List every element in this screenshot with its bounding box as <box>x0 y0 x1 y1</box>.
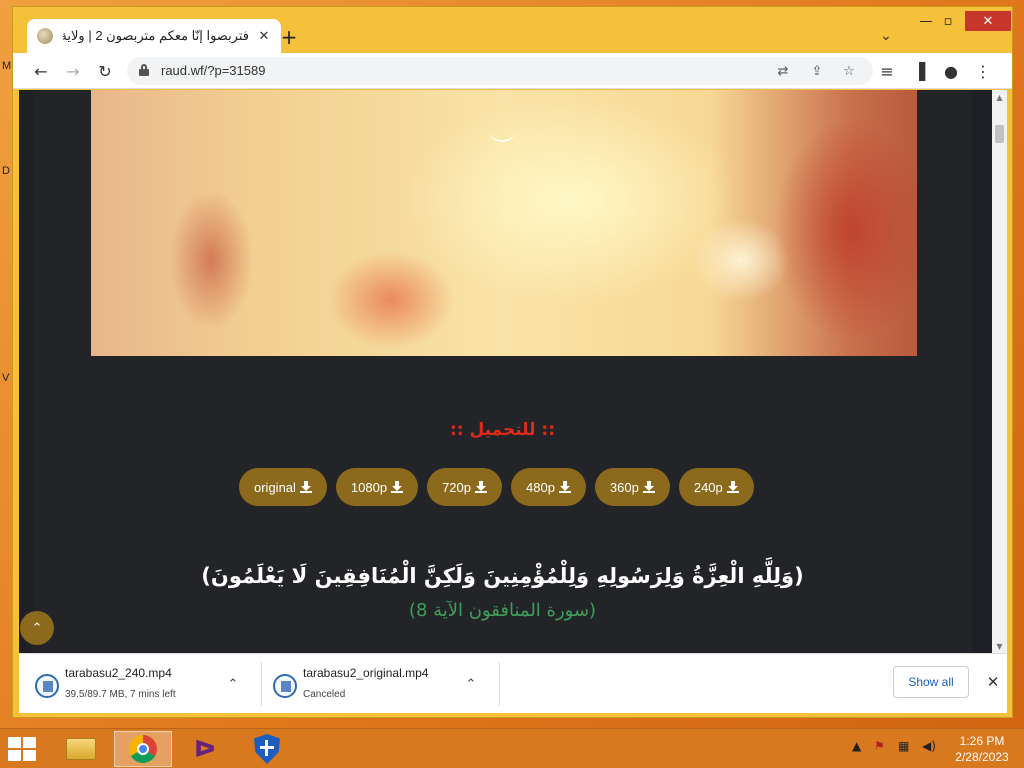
translate-icon[interactable]: ⇄ <box>773 61 793 81</box>
download-shelf: tarabasu2_240.mp4 39.5/89.7 MB, 7 mins l… <box>19 653 1007 713</box>
video-player[interactable] <box>91 90 917 356</box>
shelf-divider <box>261 662 262 706</box>
quran-verse: (وَلِلَّهِ الْعِزَّةُ وَلِرَسُولِهِ وَلِ… <box>201 564 804 588</box>
download-file-name: tarabasu2_original.mp4 <box>303 666 429 680</box>
browser-window: فتربصوا إنّا معكم متربصون 2 | ولاية ✕ + … <box>12 6 1013 718</box>
tab-title: فتربصوا إنّا معكم متربصون 2 | ولاية <box>63 28 249 43</box>
page-viewport: :: للتحميل :: original 1080p 720p 480p 3… <box>19 90 992 653</box>
taskbar-chrome[interactable] <box>114 731 172 767</box>
download-button-label: 360p <box>609 479 639 495</box>
download-original-button[interactable]: original <box>239 468 327 506</box>
chrome-icon <box>129 735 157 763</box>
download-file-name: tarabasu2_240.mp4 <box>65 666 172 680</box>
scroll-up-arrow-icon[interactable]: ▲ <box>992 90 1007 104</box>
windows-defender-icon <box>254 734 280 764</box>
verse-reference: (سورة المنافقون الآية 8) <box>408 600 597 621</box>
bookmark-star-icon[interactable]: ☆ <box>839 61 859 81</box>
loading-spinner-icon <box>489 130 515 142</box>
download-button-label: 720p <box>442 479 471 495</box>
video-file-icon <box>35 674 59 698</box>
reload-icon[interactable]: ↻ <box>93 59 117 83</box>
taskbar-visual-studio[interactable]: ᐅ <box>176 731 234 767</box>
action-center-flag-icon[interactable]: ⚑ <box>874 739 885 753</box>
taskbar-file-explorer[interactable] <box>52 731 110 767</box>
download-icon <box>642 481 655 493</box>
back-arrow-icon[interactable]: ← <box>29 59 53 83</box>
desktop-icon-label[interactable]: M <box>2 60 11 72</box>
taskbar: ᐅ ▲ ⚑ ▦ ◀) 1:26 PM 2/28/2023 <box>0 728 1024 768</box>
windows-logo-icon <box>8 737 21 748</box>
shelf-divider <box>499 662 500 706</box>
download-icon <box>726 481 739 493</box>
share-icon[interactable]: ⇪ <box>807 61 827 81</box>
side-panel-icon[interactable]: ▐ <box>907 59 931 83</box>
download-360p-button[interactable]: 360p <box>594 468 670 506</box>
download-480p-button[interactable]: 480p <box>511 468 586 506</box>
network-icon[interactable]: ▦ <box>898 739 909 753</box>
download-options-chevron-icon[interactable]: ⌃ <box>223 674 243 694</box>
download-item[interactable]: tarabasu2_original.mp4 Canceled ⌃ <box>263 654 495 714</box>
volume-icon[interactable]: ◀) <box>922 739 936 753</box>
clock-date: 2/28/2023 <box>955 750 1009 764</box>
desktop-icon-label[interactable]: V <box>2 372 9 384</box>
desktop-icon-label[interactable]: D <box>2 165 10 177</box>
scrollbar-thumb[interactable] <box>995 125 1004 143</box>
download-buttons-row: original 1080p 720p 480p 360p 240p <box>239 468 754 506</box>
show-all-downloads-button[interactable]: Show all <box>893 666 969 698</box>
download-button-label: original <box>254 479 296 495</box>
download-progress-status: 39.5/89.7 MB, 7 mins left <box>65 689 176 700</box>
visual-studio-icon: ᐅ <box>194 735 216 763</box>
download-button-label: 480p <box>526 479 555 495</box>
site-favicon-icon <box>37 28 53 44</box>
download-button-label: 240p <box>693 479 723 495</box>
page-scrollbar[interactable]: ▲ ▼ <box>992 90 1007 653</box>
url-text[interactable]: raud.wf/?p=31589 <box>161 63 265 78</box>
show-hidden-icons-chevron-icon[interactable]: ▲ <box>852 739 861 753</box>
new-tab-button[interactable]: + <box>277 25 301 49</box>
media-controls-icon[interactable]: ≡ <box>875 59 899 83</box>
title-bar: فتربصوا إنّا معكم متربصون 2 | ولاية ✕ + … <box>13 7 1012 53</box>
menu-kebab-icon[interactable]: ⋮ <box>971 59 995 83</box>
download-720p-button[interactable]: 720p <box>427 468 502 506</box>
forward-arrow-icon[interactable]: → <box>61 59 85 83</box>
download-1080p-button[interactable]: 1080p <box>335 468 419 506</box>
profile-avatar-icon[interactable]: ● <box>939 59 963 83</box>
browser-toolbar: ← → ↻ raud.wf/?p=31589 ⇄ ⇪ ☆ ≡ ▐ ● ⋮ <box>13 53 1012 89</box>
download-icon <box>558 481 571 493</box>
system-clock[interactable]: 1:26 PM 2/28/2023 <box>944 733 1020 765</box>
close-window-button[interactable]: ✕ <box>965 11 1011 31</box>
file-explorer-icon <box>66 738 96 760</box>
clock-time: 1:26 PM <box>959 734 1005 748</box>
download-button-label: 1080p <box>350 479 388 495</box>
download-icon <box>299 481 312 493</box>
close-shelf-icon[interactable]: ✕ <box>981 670 1005 694</box>
download-heading: :: للتحميل :: <box>449 420 556 440</box>
browser-tab[interactable]: فتربصوا إنّا معكم متربصون 2 | ولاية ✕ <box>27 19 281 53</box>
download-icon <box>475 481 487 493</box>
address-bar[interactable]: raud.wf/?p=31589 ⇄ ⇪ ☆ <box>127 57 873 85</box>
tab-search-chevron-icon[interactable]: ⌄ <box>875 25 897 47</box>
lock-icon[interactable] <box>139 64 149 76</box>
scroll-to-top-button[interactable]: ⌃ <box>20 611 54 645</box>
download-240p-button[interactable]: 240p <box>678 468 754 506</box>
taskbar-windows-defender[interactable] <box>238 731 296 767</box>
download-options-chevron-icon[interactable]: ⌃ <box>461 674 481 694</box>
scroll-down-arrow-icon[interactable]: ▼ <box>992 639 1007 653</box>
download-icon <box>391 481 404 493</box>
maximize-button[interactable]: ▫ <box>935 11 961 31</box>
page-content: :: للتحميل :: original 1080p 720p 480p 3… <box>33 90 972 653</box>
video-file-icon <box>273 674 297 698</box>
start-button[interactable] <box>8 737 38 761</box>
download-progress-status: Canceled <box>303 689 346 700</box>
tab-close-icon[interactable]: ✕ <box>255 27 273 45</box>
download-item[interactable]: tarabasu2_240.mp4 39.5/89.7 MB, 7 mins l… <box>25 654 257 714</box>
